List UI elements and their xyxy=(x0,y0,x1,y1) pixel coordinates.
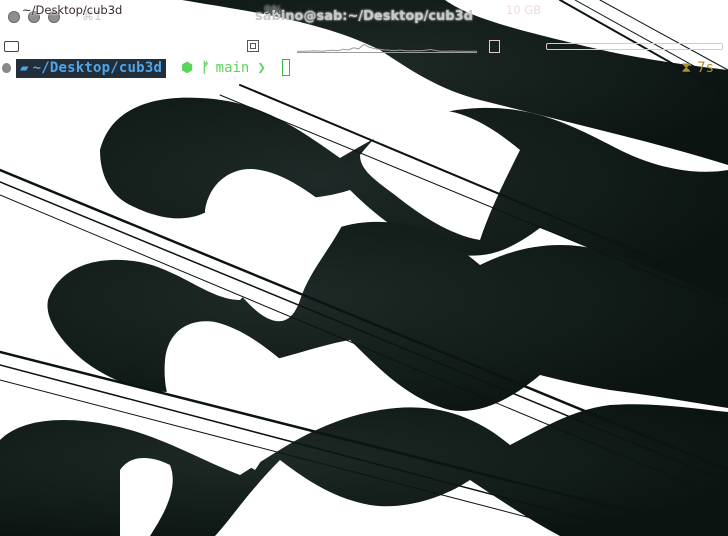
cpu-history-sparkline xyxy=(297,43,477,53)
memory-usage: 10 GB xyxy=(506,3,542,17)
segment-arrow-icon: ⬢ xyxy=(181,60,194,76)
elapsed-time: 7s xyxy=(697,60,714,76)
shell-prompt[interactable]: ▰ ~/Desktop/cub3d ⬢ ᚠ main ❯ ⧗ 7s xyxy=(0,58,728,80)
cpu-icon xyxy=(247,40,259,52)
prompt-chevron: ❯ xyxy=(257,60,266,76)
git-branch-icon: ᚠ xyxy=(201,60,210,76)
text-cursor[interactable] xyxy=(282,59,290,76)
cpu-usage: 9% xyxy=(264,3,283,17)
terminal-background-render xyxy=(0,0,728,536)
memory-bar xyxy=(546,43,723,50)
prompt-directory-segment: ▰ ~/Desktop/cub3d xyxy=(16,59,167,78)
folder-icon xyxy=(4,41,19,52)
prompt-directory: ~/Desktop/cub3d xyxy=(32,60,163,76)
status-path[interactable]: ~/Desktop/cub3d xyxy=(22,3,122,17)
git-branch: main xyxy=(215,60,250,76)
prompt-git-segment: ⬢ ᚠ main ❯ xyxy=(181,59,266,78)
apple-icon xyxy=(2,63,11,73)
memory-icon xyxy=(489,40,500,53)
hourglass-icon: ⧗ xyxy=(681,60,692,76)
command-duration: ⧗ 7s xyxy=(681,59,714,78)
folder-icon: ▰ xyxy=(20,60,29,76)
